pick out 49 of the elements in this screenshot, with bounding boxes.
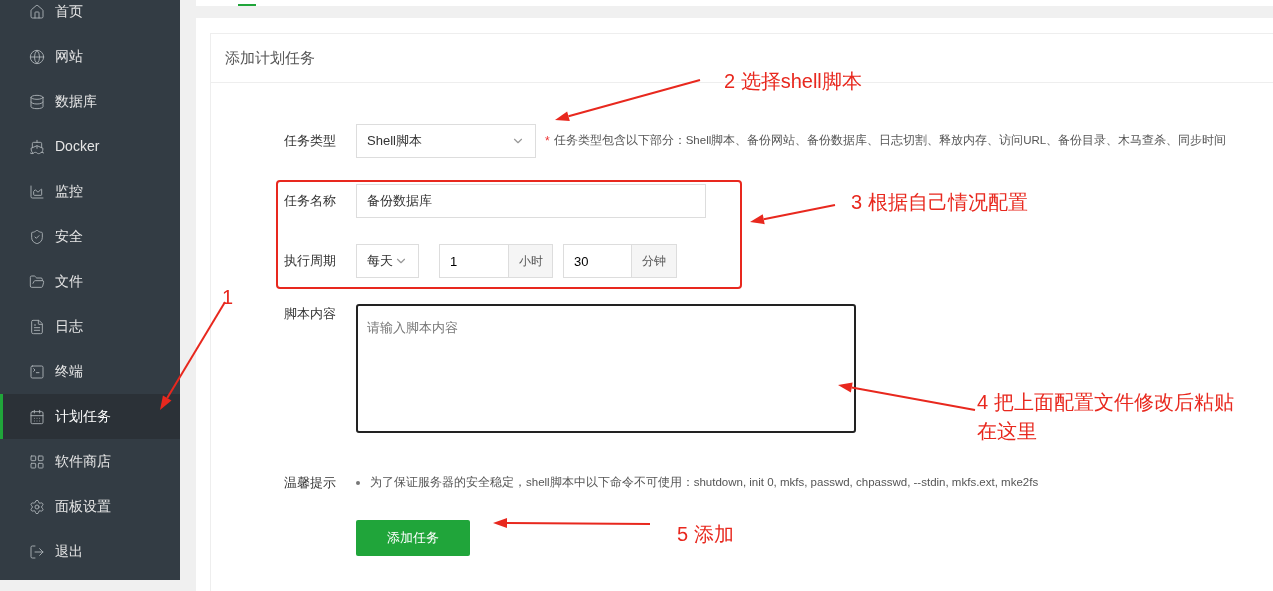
sidebar-item[interactable]: 安全: [0, 214, 180, 259]
hours-unit: 小时: [509, 244, 553, 278]
frequency-select[interactable]: 每天: [356, 244, 419, 278]
field-label: 任务名称: [284, 192, 337, 211]
logout-icon: [29, 543, 45, 560]
annotation-text: 4 把上面配置文件修改后粘贴在这里: [977, 390, 1235, 444]
sidebar-item[interactable]: 文件: [0, 259, 180, 304]
minutes-unit: 分钟: [632, 244, 677, 278]
annotation-text: 1: [222, 285, 234, 310]
annotation-text: 5 添加: [677, 522, 734, 547]
panel-title: 添加计划任务: [225, 47, 315, 68]
field-label: 执行周期: [284, 252, 337, 271]
bullet-icon: [356, 480, 360, 485]
sidebar-item[interactable]: 软件商店: [0, 439, 180, 484]
tip-text: 为了保证服务器的安全稳定，shell脚本中以下命令不可使用：shutdown, init 0, mkfs, passwd, chpasswd, --stdin, mkfs.ext, mke2fs: [370, 475, 1039, 491]
chart-icon: [29, 183, 45, 200]
grid-icon: [29, 453, 45, 470]
sidebar-item[interactable]: 终端: [0, 349, 180, 394]
calendar-icon: [29, 408, 45, 425]
task-name-field[interactable]: 备份数据库: [356, 184, 706, 218]
sidebar-item[interactable]: 日志: [0, 304, 180, 349]
globe-icon: [29, 48, 45, 65]
field-label: 任务类型: [284, 132, 337, 151]
task-type-note: 任务类型包含以下部分：Shell脚本、备份网站、备份数据库、日志切割、释放内存、访问URL、备份目录、木马查杀、同步时间: [553, 133, 1227, 149]
required-mark: *: [545, 133, 550, 150]
folder-icon: [29, 273, 45, 290]
sidebar-item[interactable]: 数据库: [0, 79, 180, 124]
annotation-text: 3 根据自己情况配置: [851, 190, 1028, 215]
sidebar-item[interactable]: 退出: [0, 529, 180, 574]
house-icon: [29, 3, 45, 20]
minutes-field[interactable]: 30: [563, 244, 632, 278]
tab-indicator: [238, 4, 256, 6]
terminal-icon: [29, 363, 45, 380]
sidebar-item[interactable]: 计划任务: [0, 394, 180, 439]
document-icon: [29, 318, 45, 335]
settings-icon: [29, 498, 45, 515]
sidebar-item[interactable]: 监控: [0, 169, 180, 214]
task-type-select[interactable]: Shell脚本: [356, 124, 536, 158]
sidebar-item[interactable]: 网站: [0, 34, 180, 79]
sidebar-item[interactable]: 首页: [0, 0, 180, 34]
script-field[interactable]: 请输入脚本内容: [356, 304, 856, 433]
annotation-text: 2 选择shell脚本: [724, 69, 862, 94]
shield-icon: [29, 228, 45, 245]
field-label: 脚本内容: [284, 305, 337, 323]
field-label: 温馨提示: [284, 474, 337, 492]
hours-field[interactable]: 1: [439, 244, 509, 278]
database-icon: [29, 93, 45, 110]
sidebar-item[interactable]: Docker: [0, 124, 180, 169]
sidebar-item[interactable]: 面板设置: [0, 484, 180, 529]
